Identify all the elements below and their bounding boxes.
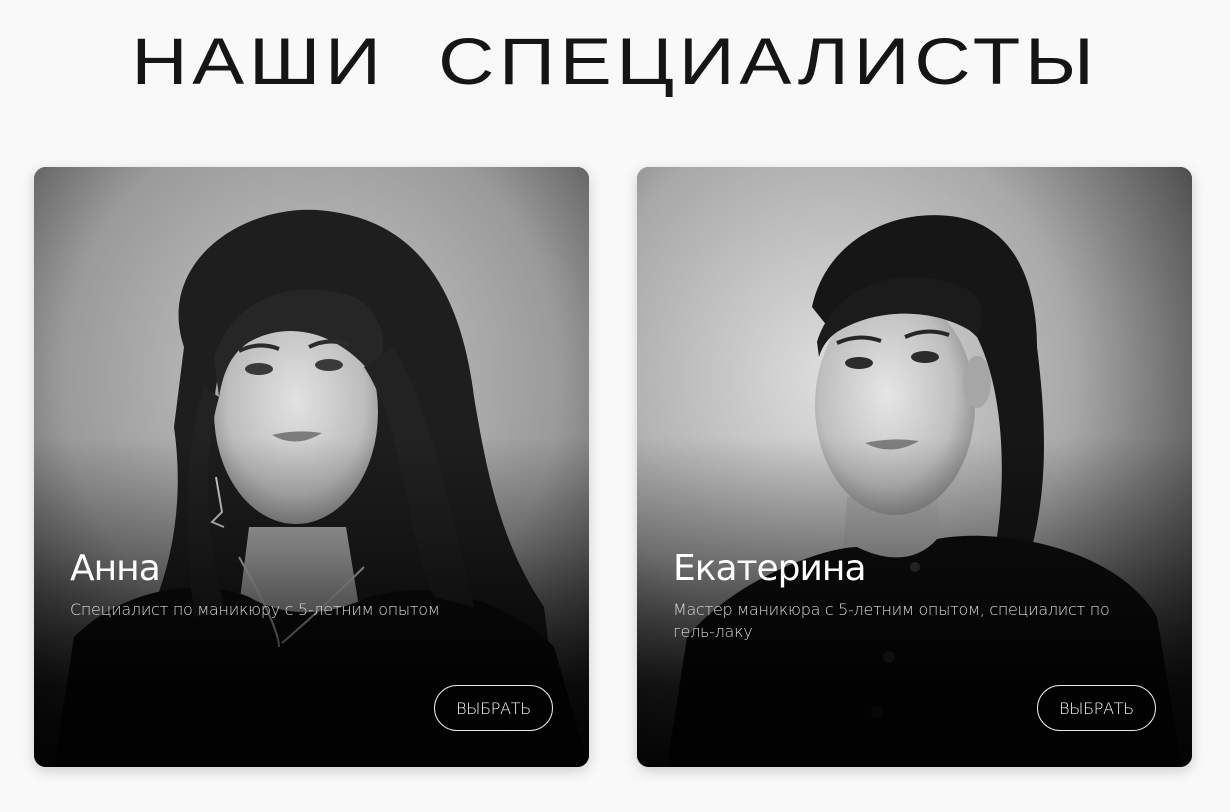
select-specialist-button[interactable]: ВЫБРАТЬ bbox=[1037, 685, 1156, 731]
specialist-name: Анна bbox=[70, 548, 161, 589]
specialist-name: Екатерина bbox=[673, 548, 867, 589]
specialist-card: Екатерина Мастер маникюра с 5-летним опы… bbox=[637, 167, 1192, 767]
specialist-cards: Анна Специалист по маникюру с 5-летним о… bbox=[34, 167, 1192, 767]
specialists-section: НАШИ СПЕЦИАЛИСТЫ Анна Специалист по мани… bbox=[0, 0, 1230, 812]
specialist-card: Анна Специалист по маникюру с 5-летним о… bbox=[34, 167, 589, 767]
page-title: НАШИ СПЕЦИАЛИСТЫ bbox=[131, 24, 1099, 98]
select-specialist-button[interactable]: ВЫБРАТЬ bbox=[434, 685, 553, 731]
specialist-description: Специалист по маникюру с 5-летним опытом bbox=[70, 600, 440, 619]
specialist-description: Мастер маникюра с 5-летним опытом, специ… bbox=[673, 600, 1110, 641]
